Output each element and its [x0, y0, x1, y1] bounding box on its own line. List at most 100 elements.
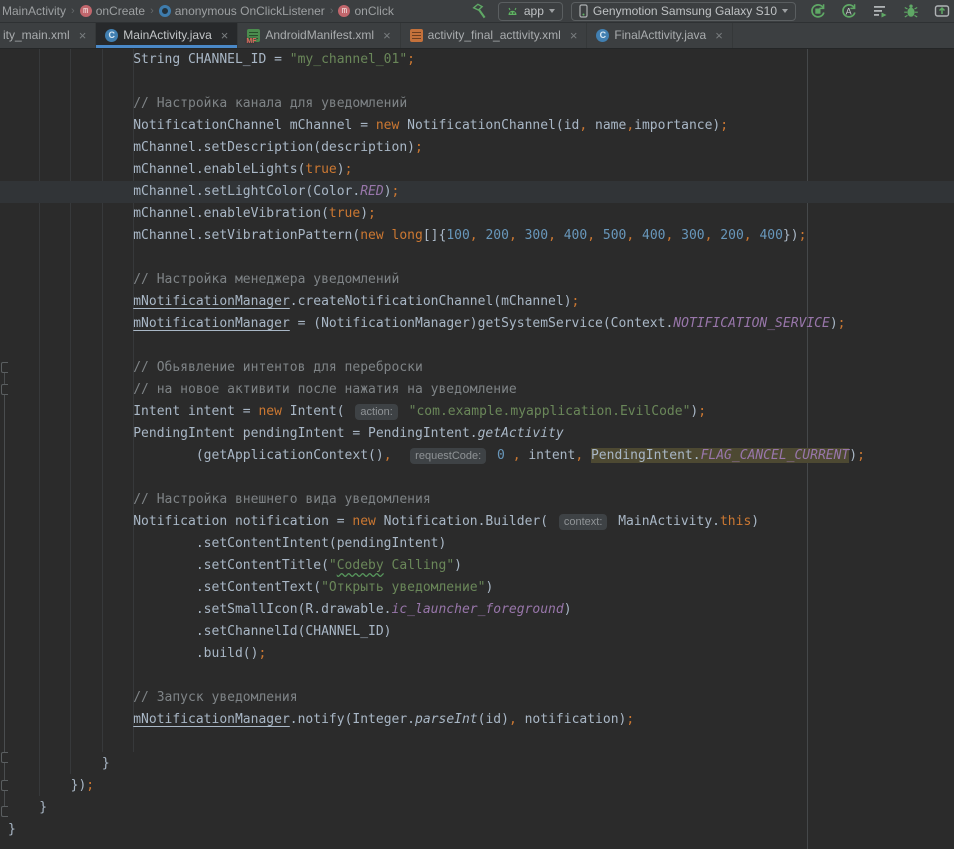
code-line[interactable]: (getApplicationContext(), requestCode: 0… — [8, 445, 954, 467]
code-token: ; — [838, 316, 846, 331]
code-line[interactable]: // на новое активити после нажатия на ув… — [8, 379, 954, 401]
breadcrumb-separator-icon: › — [71, 5, 75, 17]
tab-close-icon[interactable]: × — [715, 29, 723, 42]
code-token: // Обьявление интентов для переброски — [8, 360, 423, 375]
code-line[interactable]: .setSmallIcon(R.drawable.ic_launcher_for… — [8, 599, 954, 621]
code-line[interactable]: // Запуск уведомления — [8, 687, 954, 709]
tab-ity_main.xml[interactable]: ity_main.xml× — [0, 22, 96, 48]
code-token: long — [392, 228, 423, 243]
code-line[interactable] — [8, 665, 954, 687]
code-token: ; — [698, 404, 706, 419]
code-line[interactable]: } — [8, 819, 954, 841]
code-line[interactable]: // Настройка канала для уведомлений — [8, 93, 954, 115]
code-token: this — [720, 514, 751, 529]
code-line[interactable]: .setContentText("Открыть уведомление") — [8, 577, 954, 599]
code-line[interactable]: NotificationChannel mChannel = new Notif… — [8, 115, 954, 137]
code-token — [505, 448, 513, 463]
breadcrumb-item[interactable]: MainActivity — [2, 4, 66, 18]
code-line[interactable]: mChannel.enableLights(true); — [8, 159, 954, 181]
fold-marker[interactable] — [1, 780, 8, 791]
code-line[interactable]: mNotificationManager.notify(Integer.pars… — [8, 709, 954, 731]
code-line[interactable]: } — [8, 753, 954, 775]
editor: String CHANNEL_ID = "my_channel_01"; // … — [0, 48, 954, 849]
code-line[interactable] — [8, 731, 954, 753]
device-selector[interactable]: Genymotion Samsung Galaxy S10 — [571, 2, 796, 21]
code-token: NOTIFICATION_SERVICE — [673, 316, 830, 331]
code-token: RED — [360, 184, 383, 199]
attach-debugger-button[interactable] — [870, 1, 890, 21]
tab-label: activity_final_acttivity.xml — [428, 28, 561, 42]
code-line[interactable]: }); — [8, 775, 954, 797]
code-line[interactable]: // Настройка внешнего вида уведомления — [8, 489, 954, 511]
code-line[interactable]: // Обьявление интентов для переброски — [8, 357, 954, 379]
tab-close-icon[interactable]: × — [383, 29, 391, 42]
tab-AndroidManifest.xml[interactable]: MFAndroidManifest.xml× — [238, 22, 400, 48]
code-line[interactable]: .setChannelId(CHANNEL_ID) — [8, 621, 954, 643]
code-line[interactable]: } — [8, 797, 954, 819]
code-line[interactable]: mChannel.setDescription(description); — [8, 137, 954, 159]
apply-code-changes-button[interactable]: A — [839, 1, 859, 21]
build-hammer-button[interactable] — [470, 1, 490, 21]
code-line[interactable]: mChannel.enableVibration(true); — [8, 203, 954, 225]
code-line[interactable]: // Настройка менеджера уведомлений — [8, 269, 954, 291]
code-line[interactable] — [8, 335, 954, 357]
code-token: .createNotificationChannel(mChannel) — [290, 294, 572, 309]
tab-close-icon[interactable]: × — [79, 29, 87, 42]
fold-marker[interactable] — [1, 806, 8, 817]
tab-close-icon[interactable]: × — [570, 29, 578, 42]
code-line[interactable]: mChannel.setVibrationPattern(new long[]{… — [8, 225, 954, 247]
code-token: true — [305, 162, 336, 177]
tab-label: AndroidManifest.xml — [265, 28, 374, 42]
code-token: ; — [799, 228, 807, 243]
code-token: ic_launcher_foreground — [392, 602, 564, 617]
code-area[interactable]: String CHANNEL_ID = "my_channel_01"; // … — [8, 49, 954, 841]
code-line[interactable]: .setContentTitle("Codeby Calling") — [8, 555, 954, 577]
tab-MainActivity.java[interactable]: CMainActivity.java× — [96, 22, 238, 48]
breadcrumb-label: onClick — [354, 4, 393, 18]
code-token: requestCode: — [410, 448, 486, 464]
fold-marker[interactable] — [1, 752, 8, 763]
code-line[interactable]: mNotificationManager.createNotificationC… — [8, 291, 954, 313]
code-token: mNotificationManager — [133, 294, 290, 309]
code-line[interactable]: .setContentIntent(pendingIntent) — [8, 533, 954, 555]
breadcrumb-item[interactable]: monCreate — [80, 4, 145, 18]
code-line[interactable]: mChannel.setLightColor(Color.RED); — [0, 181, 954, 203]
code-token — [392, 448, 408, 463]
code-token: intent — [521, 448, 576, 463]
code-token: "com.example.myapplication.EvilCode" — [409, 404, 691, 419]
code-token: ; — [407, 52, 415, 67]
code-token: parseInt — [415, 712, 478, 727]
code-line[interactable]: PendingIntent pendingIntent = PendingInt… — [8, 423, 954, 445]
debug-button[interactable] — [901, 1, 921, 21]
code-line[interactable]: Notification notification = new Notifica… — [8, 511, 954, 533]
code-token: , — [579, 118, 587, 133]
run-config-selector[interactable]: app — [498, 2, 563, 21]
breadcrumb-item[interactable]: anonymous OnClickListener — [159, 4, 325, 18]
fold-marker[interactable] — [1, 362, 8, 373]
profiler-button[interactable] — [932, 1, 952, 21]
tab-activity_final_acttivity.xml[interactable]: activity_final_acttivity.xml × — [401, 22, 588, 48]
code-token: .setContentTitle( — [8, 558, 329, 573]
code-line[interactable]: Intent intent = new Intent( action: "com… — [8, 401, 954, 423]
code-token: ) — [337, 162, 345, 177]
fold-marker[interactable] — [1, 384, 8, 395]
code-token: ) — [751, 514, 759, 529]
apply-changes-button[interactable] — [808, 1, 828, 21]
breadcrumb-label: onCreate — [96, 4, 145, 18]
code-token — [401, 404, 409, 419]
device-label: Genymotion Samsung Galaxy S10 — [593, 4, 777, 18]
code-token: .setContentIntent(pendingIntent) — [8, 536, 446, 551]
tab-FinalActtivity.java[interactable]: CFinalActtivity.java× — [587, 22, 732, 48]
code-token: }) — [8, 778, 86, 793]
code-line[interactable]: .build(); — [8, 643, 954, 665]
code-line[interactable] — [8, 71, 954, 93]
code-token: ) — [360, 206, 368, 221]
code-line[interactable] — [8, 467, 954, 489]
code-line[interactable]: mNotificationManager = (NotificationMana… — [8, 313, 954, 335]
hammer-icon — [471, 3, 488, 20]
breadcrumb-item[interactable]: monClick — [338, 4, 393, 18]
code-token — [8, 712, 133, 727]
code-line[interactable]: String CHANNEL_ID = "my_channel_01"; — [8, 49, 954, 71]
tab-close-icon[interactable]: × — [221, 29, 229, 42]
code-line[interactable] — [8, 247, 954, 269]
